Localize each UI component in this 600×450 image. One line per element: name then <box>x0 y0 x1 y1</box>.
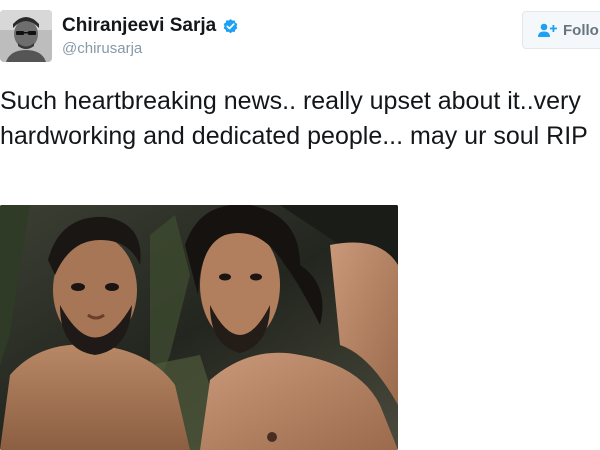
tweet-header: Chiranjeevi Sarja @chirusarja Follo <box>0 0 600 76</box>
add-user-icon <box>537 22 557 38</box>
author-handle[interactable]: @chirusarja <box>62 40 142 57</box>
tweet-text: Such heartbreaking news.. really upset a… <box>0 87 588 150</box>
author-display-name[interactable]: Chiranjeevi Sarja <box>62 15 216 37</box>
avatar-photo-icon <box>0 10 52 62</box>
verified-badge-icon <box>222 18 239 35</box>
author-avatar[interactable] <box>0 10 52 62</box>
tweet-card: Chiranjeevi Sarja @chirusarja Follo Such… <box>0 0 600 450</box>
follow-button-label: Follo <box>563 21 599 39</box>
author-name-line: Chiranjeevi Sarja <box>62 14 239 38</box>
tweet-photo-image <box>0 205 398 450</box>
follow-button[interactable]: Follo <box>522 11 600 49</box>
tweet-photo[interactable] <box>0 205 398 450</box>
